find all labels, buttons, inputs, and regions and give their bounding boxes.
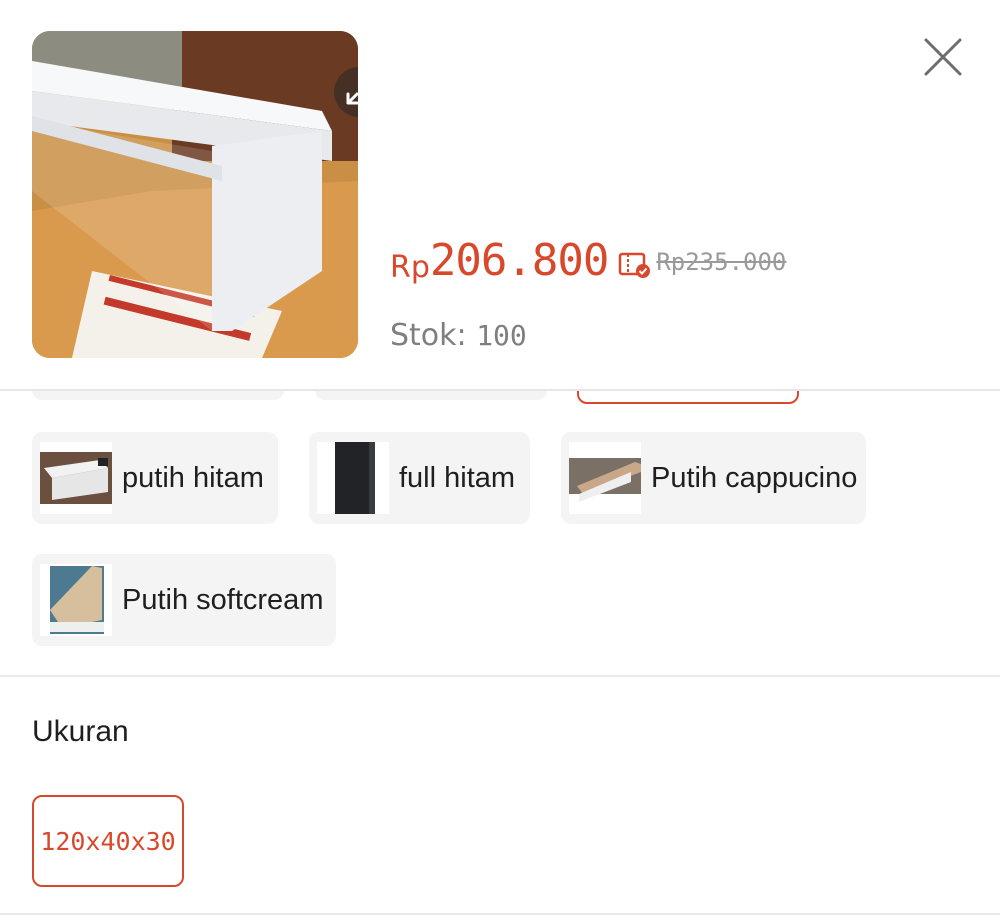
variant-thumb <box>317 442 389 514</box>
stock-label: Stok: <box>390 318 467 353</box>
product-image[interactable] <box>32 31 358 358</box>
coupon-icon <box>619 252 651 278</box>
original-price: Rp235.000 <box>656 248 787 276</box>
bottom-divider <box>0 913 1000 915</box>
price-currency: Rp <box>390 250 430 285</box>
size-option-selected[interactable]: 120x40x30 <box>32 795 184 887</box>
variant-chip-putih-cappucino[interactable]: Putih cappucino <box>561 432 866 524</box>
variant-label: full hitam <box>399 461 516 494</box>
variant-thumb <box>569 442 641 514</box>
variant-thumb <box>40 442 112 514</box>
size-option-label: 120x40x30 <box>40 826 176 856</box>
section-divider <box>0 675 1000 677</box>
variant-label: putih hitam <box>122 461 264 494</box>
variant-bottom-sheet: Rp 206.800 Rp235.000 Stok: 100 putih hit… <box>0 0 1000 919</box>
close-button[interactable] <box>918 32 968 82</box>
variant-label: Putih softcream <box>122 583 324 616</box>
variant-label: Putih cappucino <box>651 461 858 494</box>
close-icon <box>924 38 962 76</box>
sheet-header: Rp 206.800 Rp235.000 Stok: 100 <box>0 0 1000 390</box>
price-row: Rp 206.800 Rp235.000 <box>390 228 786 288</box>
stock-info: Stok: 100 <box>390 318 527 353</box>
expand-icon <box>346 92 358 105</box>
size-section-title: Ukuran <box>32 715 129 748</box>
variant-chip-putih-softcream[interactable]: Putih softcream <box>32 554 336 646</box>
variant-chip-full-hitam[interactable]: full hitam <box>309 432 530 524</box>
stock-value: 100 <box>476 319 527 352</box>
variant-chip-putih-hitam[interactable]: putih hitam <box>32 432 278 524</box>
price-value: 206.800 <box>429 235 609 286</box>
header-divider <box>0 389 1000 391</box>
variant-thumb <box>40 564 112 636</box>
